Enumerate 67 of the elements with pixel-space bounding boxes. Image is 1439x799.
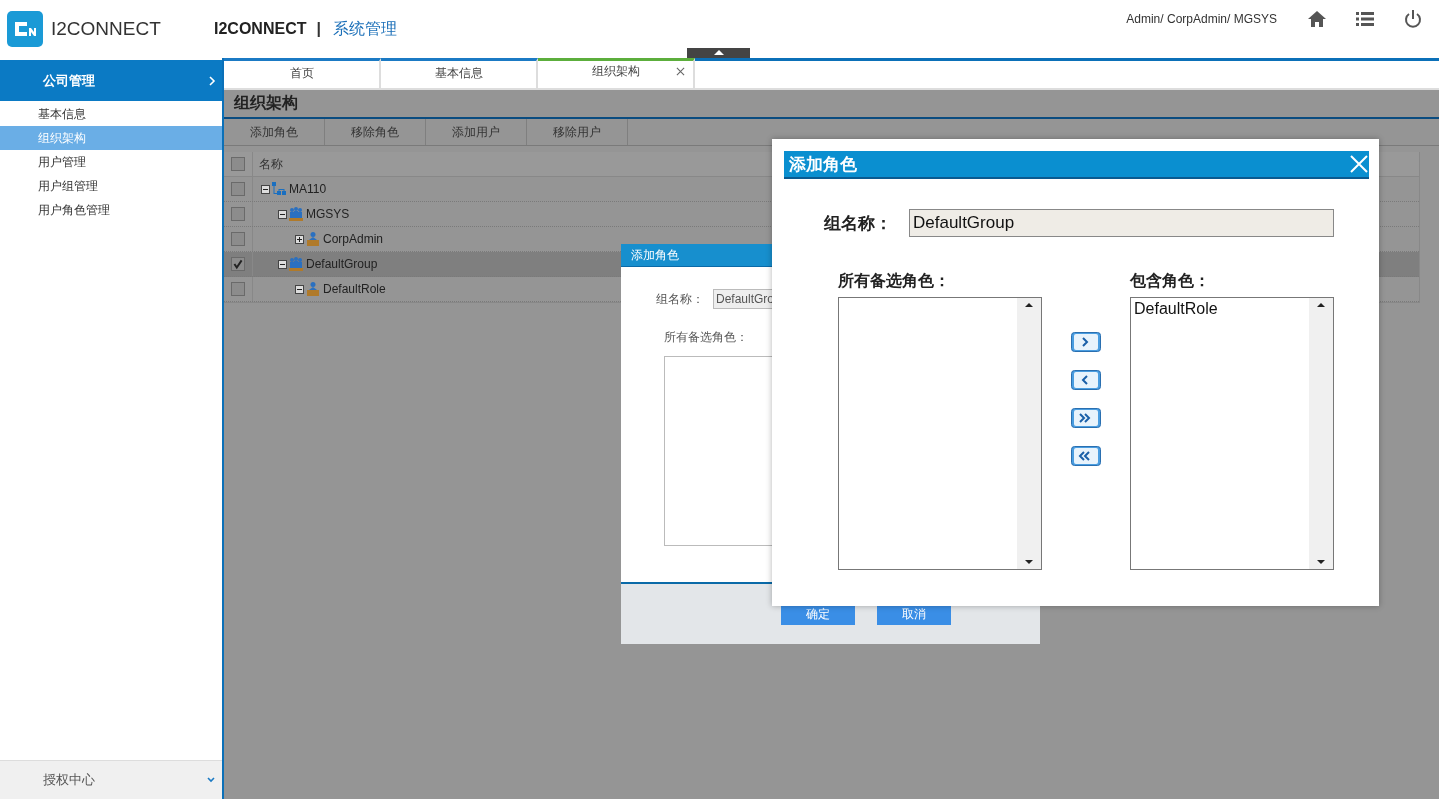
scrollbar[interactable] <box>1309 298 1333 569</box>
list-label: 所有备选角色： <box>838 271 951 291</box>
list-icon[interactable] <box>1355 9 1375 29</box>
sidebar-section[interactable]: 公司管理 <box>0 60 222 101</box>
toolbar-button[interactable]: 添加角色 <box>224 119 325 145</box>
transfer-button[interactable] <box>1071 332 1101 352</box>
checkbox[interactable] <box>231 232 245 246</box>
toolbar-button[interactable]: 添加用户 <box>426 119 527 145</box>
list-label: 包含角色： <box>1130 271 1211 291</box>
home-icon[interactable] <box>1307 9 1327 29</box>
sidebar-item[interactable]: 基本信息 <box>0 102 222 126</box>
tree-node-label[interactable]: DefaultRole <box>323 282 386 296</box>
tree-node-label[interactable]: MGSYS <box>306 207 350 221</box>
field-label: 组名称： <box>656 290 705 308</box>
role-list[interactable]: DefaultRole <box>1130 297 1334 570</box>
logo-icon <box>7 11 43 47</box>
chevron-right-icon <box>208 74 216 87</box>
field-label: 组名称： <box>824 212 893 235</box>
tree-node-label[interactable]: DefaultGroup <box>306 257 378 271</box>
tree-node-label[interactable]: MA110 <box>289 182 327 196</box>
collapse-handle[interactable] <box>687 48 750 58</box>
checkbox[interactable] <box>231 282 245 296</box>
collapse-icon[interactable] <box>261 184 270 194</box>
module-title: 系统管理 <box>332 18 397 39</box>
people-icon <box>288 206 304 222</box>
logo-text: I2CONNECT <box>51 18 161 40</box>
scroll-up-icon[interactable] <box>1025 302 1033 308</box>
person-icon <box>305 281 321 297</box>
transfer-button[interactable] <box>1071 446 1101 466</box>
scroll-down-icon[interactable] <box>1025 559 1033 565</box>
page-title: 组织架构 <box>224 90 1439 119</box>
people-icon <box>288 256 304 272</box>
tab[interactable]: 首页 <box>224 58 381 88</box>
scrollbar[interactable] <box>1017 298 1041 569</box>
collapse-icon[interactable] <box>278 259 287 269</box>
transfer-button[interactable] <box>1071 408 1101 428</box>
separator-text: | <box>316 20 321 38</box>
checkbox[interactable] <box>231 182 245 196</box>
sidebar-footer[interactable]: 授权中心 <box>0 760 222 799</box>
field-label: 所有备选角色： <box>664 329 749 346</box>
checkbox[interactable] <box>231 207 245 221</box>
power-icon[interactable] <box>1403 9 1423 29</box>
column-header: 名称 <box>252 152 283 176</box>
toolbar-button[interactable]: 移除用户 <box>527 119 628 145</box>
checkbox[interactable] <box>231 257 245 271</box>
scroll-down-icon[interactable] <box>1317 559 1325 565</box>
toolbar-button[interactable]: 移除角色 <box>325 119 426 145</box>
tab[interactable]: 组织架构 <box>538 58 695 88</box>
close-icon[interactable] <box>676 67 685 76</box>
checkbox[interactable] <box>231 157 245 171</box>
org-chart-icon <box>271 181 287 197</box>
collapse-icon[interactable] <box>278 209 287 219</box>
scroll-up-icon[interactable] <box>1317 302 1325 308</box>
chevron-down-icon <box>206 776 216 784</box>
sidebar-item[interactable]: 用户组管理 <box>0 174 222 198</box>
group-name-field[interactable]: DefaultGroup <box>909 209 1334 237</box>
list-option[interactable]: DefaultRole <box>1131 298 1309 320</box>
sidebar-item[interactable]: 用户角色管理 <box>0 198 222 222</box>
dialog-title-bar: 添加角色 <box>784 151 1369 179</box>
person-icon <box>305 231 321 247</box>
transfer-button[interactable] <box>1071 370 1101 390</box>
user-path: Admin/ CorpAdmin/ MGSYS <box>1126 12 1277 26</box>
tree-node-label[interactable]: CorpAdmin <box>323 232 384 246</box>
expand-icon[interactable] <box>295 234 304 244</box>
collapse-icon[interactable] <box>295 284 304 294</box>
sidebar-item[interactable]: 用户管理 <box>0 150 222 174</box>
app-name: I2CONNECT <box>214 20 307 38</box>
